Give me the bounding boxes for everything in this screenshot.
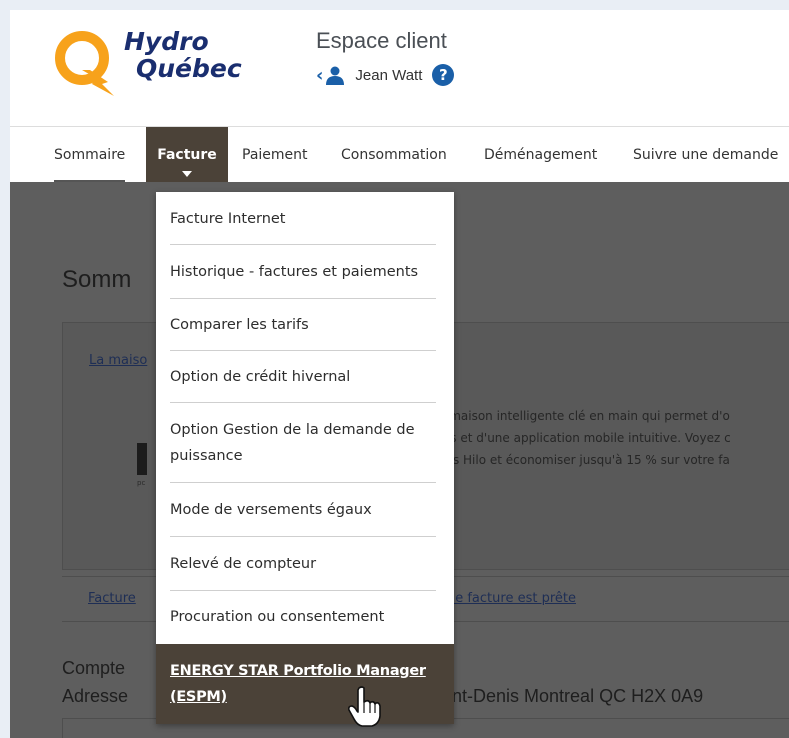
logo-wordmark: Hydro Québec [116,28,242,82]
menu-divider [170,350,436,351]
user-name: Jean Watt [355,66,423,84]
menu-item-energy-star-espm[interactable]: ENERGY STAR Portfolio Manager (ESPM) [156,644,454,724]
hilo-logo-caption: pc [137,479,146,487]
adresse-label: Adresse [62,686,129,706]
nav-item-suivre-demande[interactable]: Suivre une demande [633,127,778,183]
menu-item-label: Facture Internet [170,211,286,227]
menu-divider [170,590,436,591]
menu-item-label-line-1: ENERGY STAR Portfolio Manager [170,663,426,679]
logo-line-2: Québec [136,54,242,83]
menu-item-versements-egaux[interactable]: Mode de versements égaux [156,488,454,532]
nav-item-sommaire[interactable]: Sommaire [54,127,126,183]
page-title: Espace client [316,28,447,53]
menu-divider [170,298,436,299]
menu-divider [170,536,436,537]
nav-item-label: Paiement [242,147,308,163]
browser-page: Hydro Québec Espace client ‹ Jean Watt ?… [10,10,789,738]
menu-divider [170,482,436,483]
logo-line-1: Hydro [124,27,209,56]
promo-line: nts et d'une application mobile intuitiv… [438,431,731,445]
nav-item-label: Suivre une demande [633,147,779,163]
site-header: Hydro Québec Espace client ‹ Jean Watt ? [10,10,789,126]
nav-item-label: Déménagement [484,147,598,163]
main-nav: Sommaire Facture Paiement Consommation D… [10,126,789,183]
menu-item-label-line-2: puissance [170,448,243,464]
menu-item-label: Procuration ou consentement [170,609,385,625]
section-title: Somm [62,266,132,293]
maison-link[interactable]: La maiso [89,353,147,368]
hand-pointer-cursor-icon [348,686,381,727]
menu-item-facture-internet[interactable]: Facture Internet [156,196,454,242]
nav-item-paiement[interactable]: Paiement [242,127,308,183]
menu-item-label: Option de crédit hivernal [170,369,351,385]
nouvelle-facture-link[interactable]: elle facture est prête [440,591,576,606]
facture-link[interactable]: Facture [88,591,136,606]
nav-item-label: Sommaire [54,147,126,163]
nav-item-label: Consommation [341,147,447,163]
hilo-logo [137,443,147,475]
menu-item-gestion-demande-puissance[interactable]: Option Gestion de la demande de puissanc… [156,408,454,478]
facture-dropdown-menu: Facture Internet Historique - factures e… [156,192,454,724]
menu-item-label: Mode de versements égaux [170,502,372,518]
menu-item-historique[interactable]: Historique - factures et paiements [156,248,454,296]
menu-item-label: Comparer les tarifs [170,317,309,333]
menu-item-comparer-tarifs[interactable]: Comparer les tarifs [156,302,454,348]
menu-item-label-line-2: (ESPM) [170,689,227,705]
menu-item-procuration[interactable]: Procuration ou consentement [156,594,454,640]
promo-line: e maison intelligente clé en main qui pe… [438,409,730,423]
hydro-quebec-logo[interactable]: Hydro Québec [52,26,272,100]
promo-description: e maison intelligente clé en main qui pe… [438,405,789,471]
nav-item-demenagement[interactable]: Déménagement [484,127,597,183]
compte-label: Compte [62,658,126,678]
menu-item-label-line-1: Option Gestion de la demande de [170,422,415,438]
promo-line: efis Hilo et économiser jusqu'à 15 % sur… [438,453,730,467]
caret-down-icon [182,171,192,177]
nav-item-facture[interactable]: Facture [146,127,228,183]
person-icon [326,66,345,85]
menu-item-label: Historique - factures et paiements [170,264,419,280]
nav-item-consommation[interactable]: Consommation [341,127,447,183]
menu-item-credit-hivernal[interactable]: Option de crédit hivernal [156,354,454,400]
chevron-left-icon[interactable]: ‹ [316,65,323,86]
help-icon[interactable]: ? [432,64,455,86]
menu-divider [170,244,436,245]
menu-divider [170,402,436,403]
menu-item-label: Relevé de compteur [170,556,317,572]
menu-item-releve-compteur[interactable]: Relevé de compteur [156,542,454,586]
nav-item-label: Facture [157,147,217,163]
adresse-value: aint-Denis Montreal QC H2X 0A9 [438,686,704,706]
user-switcher[interactable]: ‹ Jean Watt ? [316,64,455,86]
